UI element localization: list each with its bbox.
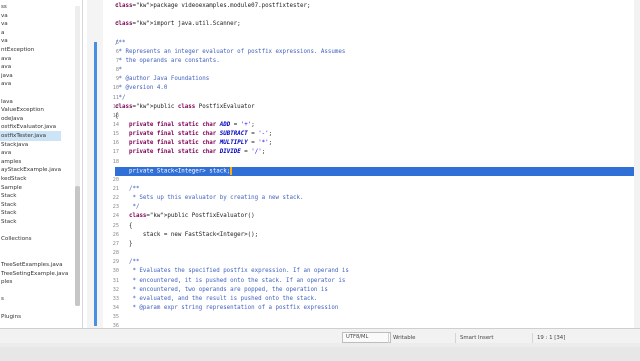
code-line[interactable] [115, 29, 635, 38]
code-line[interactable]: * @author Java Foundations [115, 75, 635, 84]
code-line[interactable] [115, 313, 635, 322]
code-line[interactable]: * the operands are constants. [115, 57, 635, 66]
code-area[interactable]: class="kw">package videoexamples.module0… [115, 0, 640, 328]
code-line[interactable]: stack = new FastStack<Integer>(); [115, 231, 635, 240]
code-line[interactable]: class="kw">public PostfixEvaluator() [115, 212, 635, 221]
insert-mode-status: Smart Insert [455, 333, 497, 343]
package-explorer: ss va va a va ntException ava ava java ava Iava Val… [0, 0, 83, 328]
cursor-position: 19 : 1 [34] [532, 333, 569, 343]
code-line[interactable]: private final static char MULTIPLY = '*'… [115, 139, 635, 148]
code-line[interactable]: * [115, 66, 635, 75]
code-line[interactable]: * evaluated, and the result is pushed on… [115, 295, 635, 304]
explorer-scrollbar[interactable] [75, 6, 80, 306]
code-line[interactable]: private final static char ADD = '+'; [115, 121, 635, 130]
status-bar: UTF8/ML Writable Smart Insert 19 : 1 [34… [0, 328, 640, 361]
selected-code-line[interactable]: private Stack<Integer> stack; [115, 166, 635, 176]
code-line[interactable]: class="kw">public class PostfixEvaluator [115, 103, 635, 112]
code-line[interactable]: } [115, 240, 635, 249]
code-line[interactable]: * Represents an integer evaluator of pos… [115, 48, 635, 57]
bottom-bar [0, 347, 640, 361]
explorer-scroll-thumb[interactable] [75, 186, 80, 306]
explorer-item[interactable]: ples [0, 277, 12, 287]
overview-ruler [87, 0, 103, 328]
code-line[interactable]: */ [115, 94, 635, 103]
explorer-item[interactable]: Stack [0, 217, 17, 227]
code-line[interactable]: * encountered, it is pushed onto the sta… [115, 277, 635, 286]
code-line[interactable]: * @version 4.0 [115, 84, 635, 93]
code-line[interactable] [115, 176, 635, 185]
code-line[interactable]: { [115, 222, 635, 231]
change-marker [94, 42, 97, 326]
code-line[interactable]: * Sets up this evaluator by creating a n… [115, 194, 635, 203]
editor-scrollbar[interactable] [634, 0, 640, 328]
code-line[interactable] [115, 249, 635, 258]
code-line[interactable]: /** [115, 39, 635, 48]
code-line[interactable]: { [115, 112, 635, 121]
text-cursor [230, 166, 233, 175]
code-line[interactable]: * Evaluates the specified postfix expres… [115, 267, 635, 276]
code-editor[interactable]: 1 3 5 6 7 8 9 10 11 12 13 14 15 16 17 18 20 21 22 23 24 25 26 2… [83, 0, 640, 328]
code-line[interactable]: class="kw">package videoexamples.module0… [115, 2, 635, 11]
code-line[interactable]: */ [115, 203, 635, 212]
code-line[interactable]: * encountered, two operands are popped, … [115, 286, 635, 295]
code-line[interactable]: * @param expr string representation of a… [115, 304, 635, 313]
code-line[interactable]: class="kw">import java.util.Scanner; [115, 20, 635, 29]
explorer-item[interactable]: Collections [0, 234, 32, 244]
code-line[interactable]: private final static char SUBTRACT = '-'… [115, 130, 635, 139]
explorer-item[interactable]: ava [0, 79, 11, 89]
code-line[interactable]: private final static char DIVIDE = '/'; [115, 148, 635, 157]
writable-status: Writable [388, 333, 419, 343]
code-line[interactable]: /** [115, 185, 635, 194]
explorer-item[interactable]: Plugins [0, 312, 21, 322]
code-line[interactable] [115, 11, 635, 20]
code-line[interactable]: /** [115, 258, 635, 267]
encoding-combo[interactable]: UTF8/ML [342, 332, 391, 343]
code-line[interactable] [115, 158, 635, 167]
